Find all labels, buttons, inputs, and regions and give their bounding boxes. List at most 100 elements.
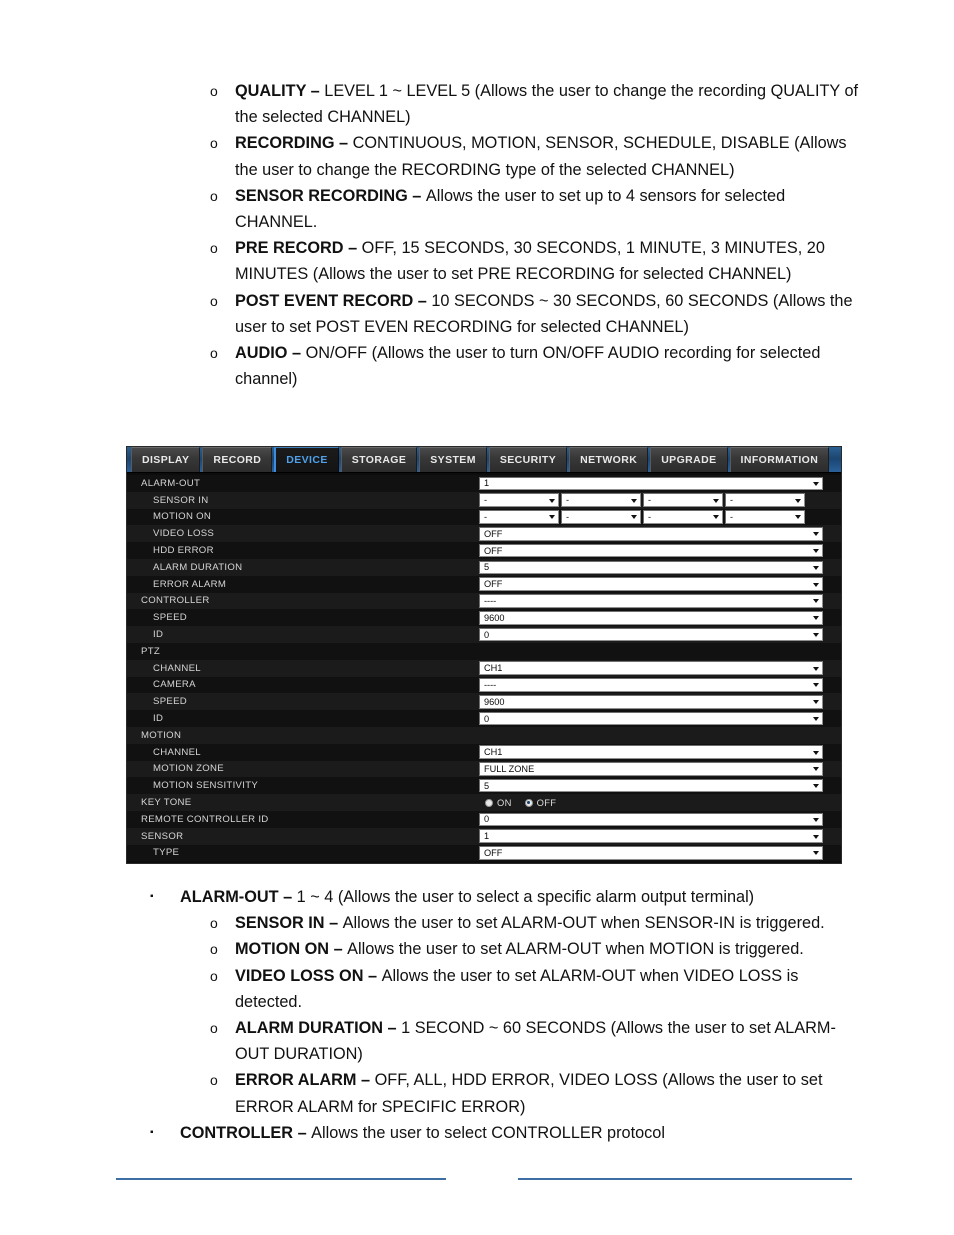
select-channel[interactable]: CH1 [479, 661, 823, 675]
chevron-down-icon[interactable] [813, 549, 819, 554]
radio-key-tone-off[interactable]: OFF [524, 797, 557, 808]
select-alarm-duration[interactable]: 5 [479, 560, 823, 575]
select-error-alarm[interactable]: OFF [479, 577, 823, 591]
tab-device[interactable]: DEVICE [274, 447, 339, 472]
chevron-down-icon[interactable] [813, 666, 819, 671]
list-item: ▪ ALARM-OUT – 1 ~ 4 (Allows the user to s… [0, 884, 954, 910]
settings-row: SENSOR 1 [127, 827, 841, 845]
chevron-down-icon[interactable] [813, 582, 819, 587]
select-channel[interactable]: CH1 [479, 745, 823, 759]
list-item: o SENSOR RECORDING – Allows the user to s… [0, 183, 954, 235]
chevron-down-icon[interactable] [549, 498, 555, 503]
settings-rows: ALARM-OUT 1 SENSOR IN - - - - MOTION ON - - - - VIDE… [127, 473, 841, 862]
chevron-down-icon[interactable] [795, 498, 801, 503]
chevron-down-icon[interactable] [813, 700, 819, 705]
select-controller[interactable]: ---- [479, 594, 823, 608]
select-id[interactable]: 0 [479, 627, 823, 642]
chevron-down-icon[interactable] [813, 767, 819, 772]
setting-label: CONTROLLER [141, 595, 210, 607]
list-item-term: VIDEO LOSS ON – [235, 966, 382, 985]
list-item-term: QUALITY – [235, 82, 325, 100]
chevron-down-icon[interactable] [813, 851, 819, 856]
select-speed[interactable]: 9600 [479, 611, 823, 625]
tab-upgrade[interactable]: UPGRADE [650, 447, 728, 472]
chevron-down-icon[interactable] [813, 633, 819, 638]
chevron-down-icon[interactable] [713, 498, 719, 503]
select-value: 9600 [484, 612, 505, 623]
chevron-down-icon[interactable] [813, 834, 819, 839]
chevron-down-icon[interactable] [813, 616, 819, 621]
select-motion-zone[interactable]: FULL ZONE [479, 762, 823, 776]
list-item-term: SENSOR RECORDING – [235, 186, 426, 205]
select-hdd-error[interactable]: OFF [479, 543, 823, 558]
footer-rule-left [116, 1178, 446, 1180]
chevron-down-icon[interactable] [713, 515, 719, 520]
chevron-down-icon[interactable] [813, 784, 819, 789]
tab-system[interactable]: SYSTEM [419, 447, 487, 472]
setting-field: OFF [479, 577, 841, 591]
chevron-down-icon[interactable] [549, 515, 555, 520]
circle-bullet-icon: o [210, 83, 218, 99]
chevron-down-icon[interactable] [813, 750, 819, 755]
radio-key-tone-on[interactable]: ON [485, 797, 512, 808]
select-id[interactable]: 0 [479, 711, 823, 726]
settings-tab-bar: DISPLAY RECORD DEVICE STORAGE SYSTEM SECURITY… [127, 447, 841, 473]
select-motion-on-2[interactable]: - [561, 510, 641, 524]
chevron-down-icon[interactable] [813, 817, 819, 822]
chevron-down-icon[interactable] [813, 481, 819, 486]
settings-row: ALARM DURATION 5 [127, 558, 841, 576]
setting-label: CHANNEL [153, 746, 201, 758]
radio-dot-icon[interactable] [524, 798, 533, 807]
setting-field: 1 [479, 476, 841, 491]
setting-field: OFF [479, 527, 841, 541]
select-value: OFF [484, 545, 503, 556]
chevron-down-icon[interactable] [813, 532, 819, 537]
setting-label: SENSOR IN [153, 494, 209, 506]
list-item: o SENSOR IN – Allows the user to set ALAR… [0, 910, 954, 936]
chevron-down-icon[interactable] [795, 515, 801, 520]
settings-row: SPEED 9600 [127, 609, 841, 627]
select-value: 0 [484, 713, 490, 724]
tab-network[interactable]: NETWORK [569, 447, 649, 472]
dvr-device-settings-panel: DISPLAY RECORD DEVICE STORAGE SYSTEM SECURITY… [126, 446, 842, 864]
chevron-down-icon[interactable] [813, 565, 819, 570]
chevron-down-icon[interactable] [813, 683, 819, 688]
select-speed[interactable]: 9600 [479, 695, 823, 709]
settings-row: MOTION ZONE FULL ZONE [127, 760, 841, 778]
select-sensor-in-4[interactable]: - [725, 493, 805, 507]
select-sensor-in-2[interactable]: - [561, 493, 641, 507]
select-sensor-in-3[interactable]: - [643, 493, 723, 507]
select-motion-on-1[interactable]: - [479, 510, 559, 524]
list-item-term: PRE RECORD – [235, 239, 362, 258]
select-motion-on-4[interactable]: - [725, 510, 805, 524]
bottom-description-list: ▪ ALARM-OUT – 1 ~ 4 (Allows the user to s… [0, 884, 954, 1146]
setting-field: 5 [479, 778, 841, 793]
chevron-down-icon[interactable] [813, 599, 819, 604]
chevron-down-icon[interactable] [813, 717, 819, 722]
select-alarm-out[interactable]: 1 [479, 476, 823, 491]
tab-display[interactable]: DISPLAY [131, 447, 201, 472]
list-item-term: ALARM-OUT – [180, 888, 297, 906]
tab-record[interactable]: RECORD [202, 447, 273, 472]
chevron-down-icon[interactable] [631, 498, 637, 503]
select-remote-controller-id[interactable]: 0 [479, 812, 823, 827]
tab-storage[interactable]: STORAGE [340, 447, 418, 472]
setting-label: TYPE [153, 847, 180, 859]
list-item: o MOTION ON – Allows the user to set ALAR… [0, 936, 954, 962]
square-bullet-icon: ▪ [150, 1126, 154, 1138]
select-camera[interactable]: ---- [479, 678, 823, 692]
list-item-term: RECORDING – [235, 134, 353, 153]
top-description-list: o QUALITY – LEVEL 1 ~ LEVEL 5 (Allows the… [0, 78, 954, 392]
select-sensor[interactable]: 1 [479, 829, 823, 843]
chevron-down-icon[interactable] [631, 515, 637, 520]
tab-information[interactable]: INFORMATION [729, 447, 830, 472]
setting-field: ON OFF [479, 797, 841, 808]
select-value: ---- [484, 679, 497, 690]
select-motion-on-3[interactable]: - [643, 510, 723, 524]
select-video-loss[interactable]: OFF [479, 527, 823, 541]
select-motion-sensitivity[interactable]: 5 [479, 778, 823, 793]
select-sensor-in-1[interactable]: - [479, 493, 559, 507]
select-type[interactable]: OFF [479, 846, 823, 860]
radio-dot-icon[interactable] [485, 798, 493, 807]
tab-security[interactable]: SECURITY [488, 447, 568, 472]
